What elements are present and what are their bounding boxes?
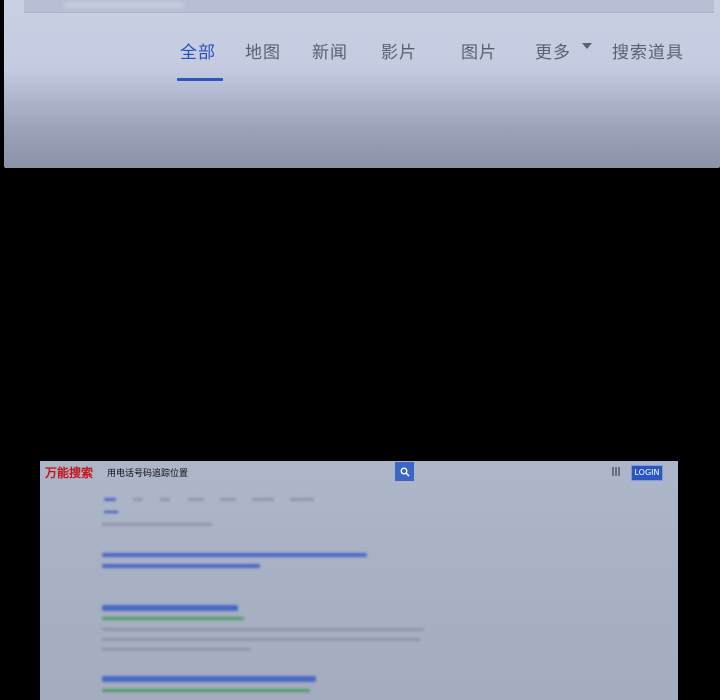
mini-tab <box>252 498 274 501</box>
tab-more[interactable]: 更多 <box>535 38 571 63</box>
blurred-search-box <box>64 2 184 8</box>
result-url <box>102 617 244 620</box>
result-title <box>102 605 238 611</box>
mini-tab <box>220 498 236 501</box>
mini-tab <box>160 498 170 501</box>
related-searches <box>102 553 367 557</box>
tab-images[interactable]: 图片 <box>461 38 497 63</box>
result-snippet <box>102 648 250 651</box>
related-searches <box>102 564 260 568</box>
brand-logo: 万能搜索 <box>45 466 94 480</box>
mini-tab <box>104 498 116 501</box>
search-button[interactable] <box>395 462 414 481</box>
result-snippet <box>102 628 424 631</box>
tab-news[interactable]: 新闻 <box>312 38 348 63</box>
mini-active-indicator <box>104 511 118 513</box>
search-icon <box>400 467 409 476</box>
login-button[interactable]: LOGIN <box>631 465 663 481</box>
search-tabs-panel: 全部 地图 新闻 影片 图片 更多 搜索道具 <box>4 0 720 168</box>
mini-tab <box>188 498 204 501</box>
tab-search-tools[interactable]: 搜索道具 <box>612 38 684 63</box>
top-header-strip <box>24 0 714 13</box>
chevron-down-icon[interactable] <box>582 43 592 49</box>
embedded-header: 万能搜索 用电话号码追踪位置 LOGIN <box>40 461 678 483</box>
result-stats <box>102 523 212 526</box>
search-tabs-bar: 全部 地图 新闻 影片 图片 更多 搜索道具 <box>4 38 720 84</box>
tab-all[interactable]: 全部 <box>180 38 216 63</box>
blurred-results <box>40 483 678 700</box>
search-input[interactable]: 用电话号码追踪位置 <box>107 466 188 479</box>
tab-maps[interactable]: 地图 <box>245 38 281 63</box>
grid-icon[interactable] <box>612 467 621 476</box>
tab-videos[interactable]: 影片 <box>381 38 417 63</box>
mini-tab <box>290 498 314 501</box>
result-url <box>102 689 310 692</box>
active-tab-indicator <box>177 78 223 81</box>
result-title <box>102 676 316 682</box>
result-snippet <box>102 638 420 641</box>
mini-tab <box>133 498 143 501</box>
embedded-search-screenshot: 万能搜索 用电话号码追踪位置 LOGIN <box>40 461 678 700</box>
